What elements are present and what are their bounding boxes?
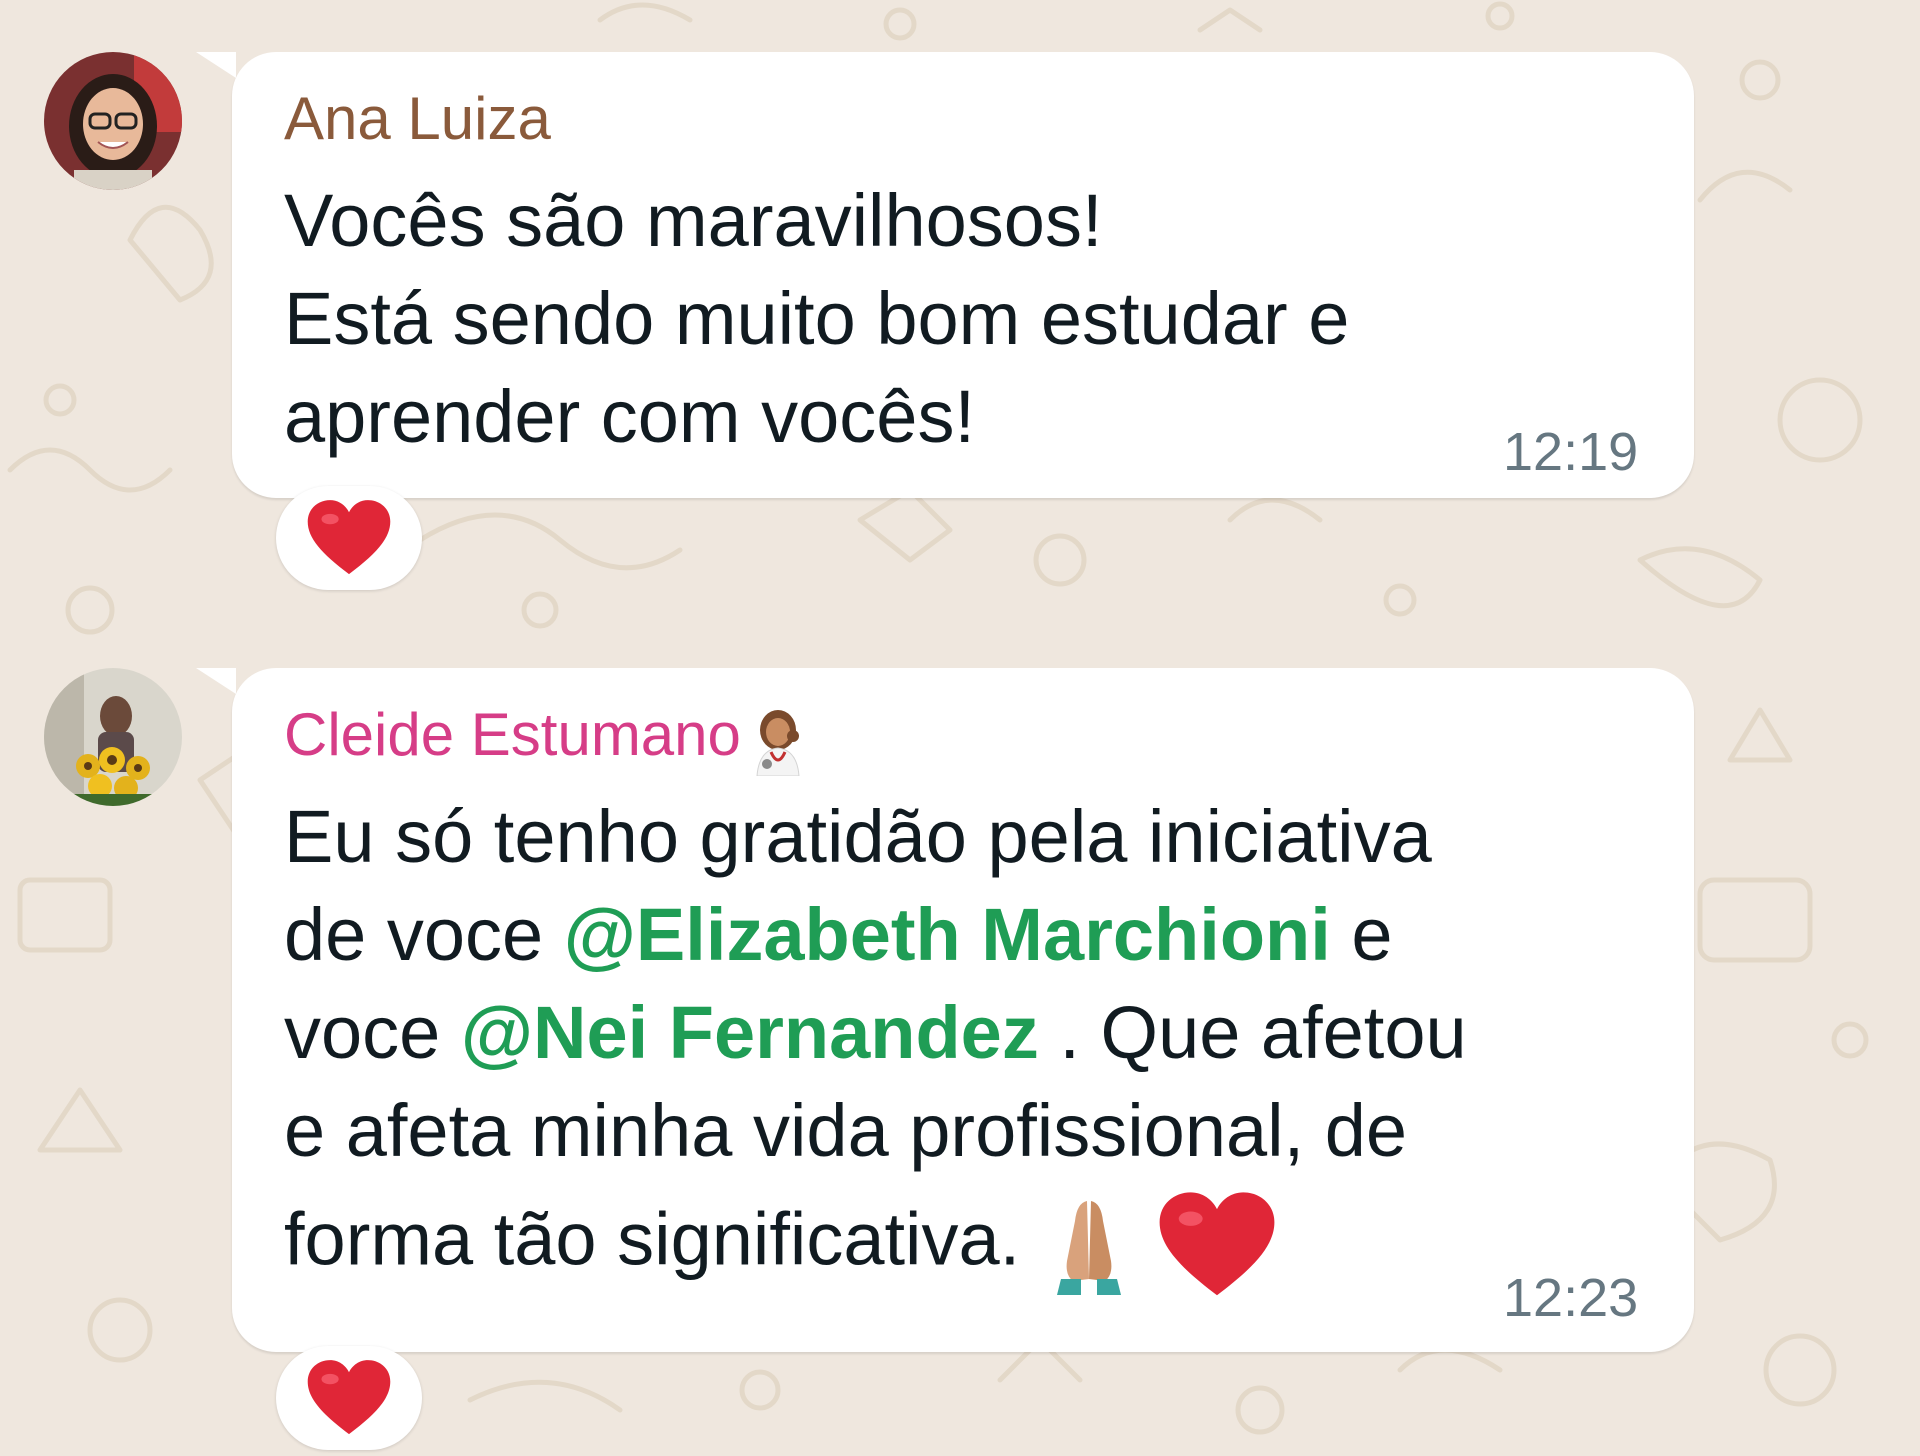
message-line: Eu só tenho gratidão pela iniciativa [284,795,1432,878]
message-line: e afeta minha vida profissional, de [284,1089,1408,1172]
mention-elizabeth-marchioni[interactable]: @Elizabeth Marchioni [564,893,1331,976]
message-line: aprender com vocês! [284,375,976,458]
message-line: voce @Nei Fernandez . Que afetou [284,991,1467,1074]
red-heart-icon [307,500,391,575]
reaction-pill[interactable] [276,486,422,590]
message-line: Vocês são maravilhosos! [284,179,1103,262]
sender-name-text: Cleide Estumano [284,701,741,768]
message-line: Está sendo muito bom estudar e [284,277,1350,360]
bubble-tail [196,52,236,78]
sender-name-cleide-estumano[interactable]: Cleide Estumano [284,700,815,777]
sender-name-ana-luiza[interactable]: Ana Luiza [284,84,551,154]
red-heart-icon [1159,1192,1275,1296]
message-timestamp: 12:23 [1503,1268,1639,1328]
bubble-tail [196,668,236,694]
mention-nei-fernandez[interactable]: @Nei Fernandez [461,991,1039,1074]
message-line: de voce @Elizabeth Marchioni e [284,893,1393,976]
health-worker-woman-icon [756,710,800,777]
folded-hands-icon [1056,1201,1121,1295]
message-timestamp: 12:19 [1503,422,1639,482]
message-line: forma tão significativa. [284,1190,1277,1300]
avatar-ana-luiza[interactable] [44,52,182,190]
reaction-pill[interactable] [276,1346,422,1450]
avatar-cleide-estumano[interactable] [44,668,182,806]
red-heart-icon [307,1360,391,1435]
